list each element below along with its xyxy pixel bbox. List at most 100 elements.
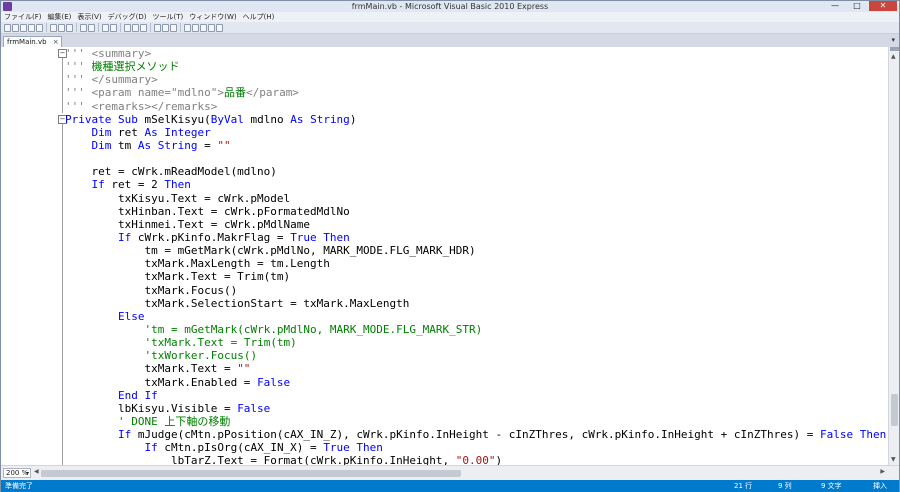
code-line[interactable]: ''' <summary> xyxy=(65,47,886,60)
code-line[interactable]: Dim ret As Integer xyxy=(65,126,886,139)
code-line[interactable]: lbKisyu.Visible = False xyxy=(65,402,886,415)
horizontal-scroll-thumb[interactable] xyxy=(41,470,461,477)
maximize-button[interactable]: □ xyxy=(847,1,867,11)
code-line[interactable]: End If xyxy=(65,389,886,402)
code-line[interactable]: txMark.Enabled = False xyxy=(65,376,886,389)
find-icon[interactable] xyxy=(184,23,191,32)
code-token: Dim xyxy=(91,138,112,152)
tab-frmmain-vb[interactable]: frmMain.vb × xyxy=(3,36,62,47)
code-token: lbKisyu.Visible = xyxy=(65,401,238,415)
scroll-down-icon[interactable]: ▼ xyxy=(891,456,896,463)
step-into-icon[interactable] xyxy=(154,23,161,32)
code-line[interactable]: txMark.Text = "" xyxy=(65,362,886,375)
toolbox-icon[interactable] xyxy=(208,23,215,32)
code-line[interactable]: If cMtn.pIsOrg(cAX_IN_X) = True Then xyxy=(65,441,886,454)
menu-edit[interactable]: 編集(E) xyxy=(48,12,72,22)
code-line[interactable]: txKisyu.Text = cWrk.pModel xyxy=(65,192,886,205)
code-editor[interactable]: − − ''' <summary> ''' 機種選択メソッド ''' </summa… xyxy=(1,47,888,465)
uncomment-icon[interactable] xyxy=(88,23,95,32)
code-line[interactable]: ''' <param name="mdlno">品番</param> xyxy=(65,86,886,99)
step-over-icon[interactable] xyxy=(162,23,169,32)
pause-icon[interactable] xyxy=(132,23,139,32)
code-line[interactable] xyxy=(65,152,886,165)
zoom-value: 200 % xyxy=(6,469,29,477)
start-debug-icon[interactable] xyxy=(124,23,131,32)
menu-window[interactable]: ウィンドウ(W) xyxy=(189,12,236,22)
scroll-left-icon[interactable]: ◀ xyxy=(34,468,39,475)
cut-icon[interactable] xyxy=(50,23,57,32)
dropdown-icon[interactable] xyxy=(216,23,223,32)
scroll-right-icon[interactable]: ▶ xyxy=(880,468,885,475)
code-line[interactable]: txHinmei.Text = cWrk.pMdlName xyxy=(65,218,886,231)
code-line[interactable]: 'txMark.Text = Trim(tm) xyxy=(65,336,886,349)
code-line[interactable]: ''' </summary> xyxy=(65,73,886,86)
code-line[interactable]: If mJudge(cMtn.pPosition(cAX_IN_Z), cWrk… xyxy=(65,428,886,441)
code-line[interactable]: Else xyxy=(65,310,886,323)
code-line[interactable]: ret = cWrk.mReadModel(mdlno) xyxy=(65,165,886,178)
code-line[interactable]: If ret = 2 Then xyxy=(65,178,886,191)
code-line[interactable]: txMark.SelectionStart = txMark.MaxLength xyxy=(65,297,886,310)
code-line[interactable]: 'txWorker.Focus() xyxy=(65,349,886,362)
indicator-margin[interactable] xyxy=(1,47,21,465)
close-button[interactable]: ✕ xyxy=(869,1,897,11)
save-all-icon[interactable] xyxy=(36,23,43,32)
code-line[interactable]: ''' 機種選択メソッド xyxy=(65,60,886,73)
new-project-icon[interactable] xyxy=(4,23,11,32)
minimize-button[interactable]: — xyxy=(825,1,845,11)
menu-file[interactable]: ファイル(F) xyxy=(4,12,42,22)
code-line[interactable]: 'tm = mGetMark(cWrk.pMdlNo, MARK_MODE.FL… xyxy=(65,323,886,336)
code-line[interactable]: txMark.MaxLength = tm.Length xyxy=(65,257,886,270)
open-file-icon[interactable] xyxy=(12,23,19,32)
code-token: True Then xyxy=(323,441,383,455)
code-token: ByVal xyxy=(210,112,244,126)
zoom-level-dropdown[interactable]: 200 % ▾ xyxy=(3,468,31,478)
add-item-icon[interactable] xyxy=(20,23,27,32)
menu-view[interactable]: 表示(V) xyxy=(77,12,101,22)
code-token: As String xyxy=(137,138,198,152)
redo-icon[interactable] xyxy=(110,23,117,32)
vertical-scroll-thumb[interactable] xyxy=(891,394,898,426)
menu-help[interactable]: ヘルプ(H) xyxy=(243,12,275,22)
code-token: <remarks></remarks> xyxy=(84,99,218,113)
code-line[interactable]: txMark.Text = Trim(tm) xyxy=(65,270,886,283)
splitter-handle[interactable] xyxy=(890,47,899,51)
code-token: ret xyxy=(111,125,145,139)
tab-list-dropdown-icon[interactable]: ▾ xyxy=(891,36,895,44)
paste-icon[interactable] xyxy=(66,23,73,32)
code-line[interactable]: ''' <remarks></remarks> xyxy=(65,100,886,113)
copy-icon[interactable] xyxy=(58,23,65,32)
code-line[interactable]: lbTarZ.Text = Format(cWrk.pKinfo.InHeigh… xyxy=(65,454,886,465)
solution-explorer-icon[interactable] xyxy=(192,23,199,32)
vertical-scrollbar[interactable]: ▲ ▼ xyxy=(888,47,899,465)
title-bar: frmMain.vb - Microsoft Visual Basic 2010… xyxy=(1,1,899,12)
step-out-icon[interactable] xyxy=(170,23,177,32)
code-token: = xyxy=(197,138,218,152)
properties-icon[interactable] xyxy=(200,23,207,32)
tab-close-icon[interactable]: × xyxy=(53,37,59,47)
scroll-up-icon[interactable]: ▲ xyxy=(891,53,896,60)
code-token: mdlno xyxy=(243,112,291,126)
source-code[interactable]: ''' <summary> ''' 機種選択メソッド ''' </summary> '… xyxy=(65,47,886,465)
status-bar: 準備完了 21 行 9 列 9 文字 挿入 xyxy=(1,480,899,492)
code-line[interactable]: Private Sub mSelKisyu(ByVal mdlno As Str… xyxy=(65,113,886,126)
code-line[interactable]: txHinban.Text = cWrk.pFormatedMdlNo xyxy=(65,205,886,218)
code-line[interactable]: Dim tm As String = "" xyxy=(65,139,886,152)
toolbar-separator xyxy=(180,23,181,32)
menu-debug[interactable]: デバッグ(D) xyxy=(108,12,147,22)
save-icon[interactable] xyxy=(28,23,35,32)
code-line[interactable]: ' DONE 上下軸の移動 xyxy=(65,415,886,428)
code-line[interactable]: tm = mGetMark(cWrk.pMdlNo, MARK_MODE.FLG… xyxy=(65,244,886,257)
comment-icon[interactable] xyxy=(80,23,87,32)
code-token: False xyxy=(237,401,271,415)
horizontal-scrollbar[interactable]: 200 % ▾ ◀ ▶ xyxy=(1,465,899,480)
undo-icon[interactable] xyxy=(102,23,109,32)
code-token: txMark.Text = Trim(tm) xyxy=(65,270,291,284)
stop-icon[interactable] xyxy=(140,23,147,32)
code-line[interactable]: txMark.Focus() xyxy=(65,284,886,297)
code-line[interactable]: If cWrk.pKinfo.MakrFlag = True Then xyxy=(65,231,886,244)
menu-tools[interactable]: ツール(T) xyxy=(153,12,184,22)
